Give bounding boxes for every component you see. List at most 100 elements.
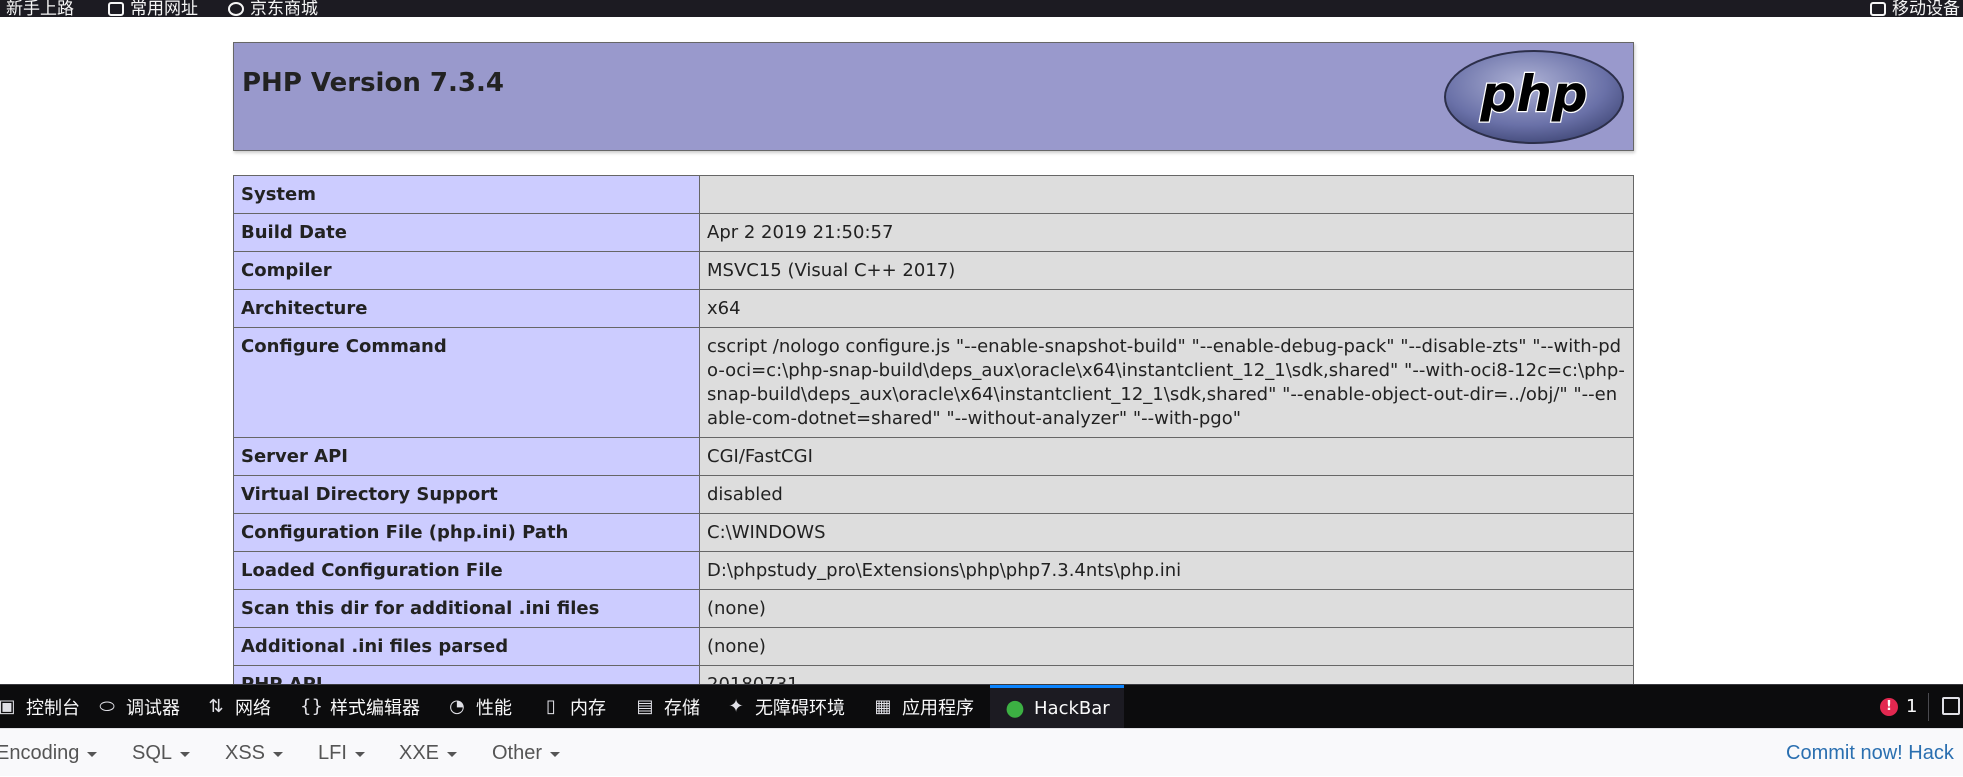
memory-icon: ▯ (546, 696, 556, 717)
toolbar-divider (1928, 693, 1929, 721)
row-value: cscript /nologo configure.js "--enable-s… (699, 327, 1634, 438)
console-icon: ▣ (0, 696, 16, 717)
bookmark-item[interactable]: 新手上路 (0, 0, 74, 17)
row-key: PHP API (233, 665, 700, 684)
devtools-tab-label: 无障碍环境 (755, 697, 845, 719)
row-key: Loaded Configuration File (233, 551, 700, 590)
application-icon: ▦ (874, 696, 892, 717)
php-logo: php (1444, 50, 1624, 144)
hackbar-menu[interactable]: SQL (132, 729, 191, 777)
hackbar-menu[interactable]: XSS (225, 729, 284, 777)
hackbar-menu-label: XXE (399, 741, 440, 764)
devtools-tab[interactable]: ⬭ 调试器 (96, 685, 180, 728)
page-title: PHP Version 7.3.4 (242, 68, 504, 98)
table-row: Additional .ini files parsed (none) (233, 627, 1634, 666)
hackbar-icon: ● (1005, 695, 1025, 721)
commit-now-link[interactable]: Commit now! Hack (1786, 729, 1954, 777)
bookmark-folder[interactable]: 常用网址 (108, 0, 198, 17)
row-key: Build Date (233, 213, 700, 252)
hackbar-menu-label: Encoding (0, 741, 80, 764)
row-value: MSVC15 (Visual C++ 2017) (699, 251, 1634, 290)
hackbar-menu[interactable]: LFI (318, 729, 365, 777)
dock-side-icon[interactable] (1942, 697, 1960, 715)
bookmarks-toolbar: 新手上路 常用网址 京东商城 移动设备 (0, 0, 1963, 17)
table-row: Server API CGI/FastCGI (233, 437, 1634, 476)
row-key: Additional .ini files parsed (233, 627, 700, 666)
caret-down-icon (550, 752, 561, 757)
devtools-tab[interactable]: ▯ 内存 (540, 685, 606, 728)
devtools-tab[interactable]: ✦ 无障碍环境 (725, 685, 845, 728)
caret-down-icon (273, 752, 284, 757)
row-key: Virtual Directory Support (233, 475, 700, 514)
hackbar-menu-label: XSS (225, 741, 266, 764)
devtools-tab[interactable]: ◔ 性能 (446, 685, 512, 728)
devtools-toolbar: ▣ 控制台 ⬭ 调试器 ⇅ 网络 {} 样式编辑器 ◔ 性能 ▯ 内存 ▤ 存储 ✦ 无障碍环境 ▦ 应用程序 ● H… (0, 684, 1963, 728)
devtools-tab[interactable]: {} 样式编辑器 (300, 685, 420, 728)
table-row: Build Date Apr 2 2019 21:50:57 (233, 213, 1634, 252)
performance-icon: ◔ (449, 696, 465, 717)
error-count-badge[interactable]: ! 1 (1880, 685, 1917, 728)
row-key: Server API (233, 437, 700, 476)
globe-icon (228, 2, 244, 16)
caret-down-icon (354, 752, 365, 757)
row-value: (none) (699, 589, 1634, 628)
devtools-tab-label: 应用程序 (902, 697, 974, 719)
row-value: CGI/FastCGI (699, 437, 1634, 476)
hackbar-menu[interactable]: Encoding (0, 729, 98, 777)
hackbar-menu[interactable]: XXE (399, 729, 458, 777)
row-key: Architecture (233, 289, 700, 328)
mobile-bookmarks[interactable]: 移动设备 (1870, 0, 1960, 17)
devtools-tab-label: HackBar (1034, 697, 1110, 719)
devtools-tab-label: 样式编辑器 (330, 697, 420, 719)
caret-down-icon (180, 752, 191, 757)
row-key: Configure Command (233, 327, 700, 438)
row-value: Apr 2 2019 21:50:57 (699, 213, 1634, 252)
devtools-tab[interactable]: ▦ 应用程序 (872, 685, 974, 728)
table-row: Scan this dir for additional .ini files(… (233, 589, 1634, 628)
hackbar-menu-label: SQL (132, 741, 173, 764)
error-icon: ! (1880, 697, 1898, 716)
row-value: (none) (699, 627, 1634, 666)
hackbar-menu-label: LFI (318, 741, 347, 764)
row-key: Scan this dir for additional .ini files (233, 589, 700, 628)
table-row: PHP API20180731 (233, 665, 1634, 684)
devtools-tab[interactable]: ⇅ 网络 (205, 685, 271, 728)
row-value: 20180731 (699, 665, 1634, 684)
page-viewport: PHP Version 7.3.4 php System Build Date Ap… (0, 17, 1963, 684)
table-row: Architecture x64 (233, 289, 1634, 328)
row-value: C:\WINDOWS (699, 513, 1634, 552)
hackbar-menu[interactable]: Other (492, 729, 561, 777)
caret-down-icon (87, 752, 98, 757)
devtools-tab-label: 存储 (664, 697, 700, 719)
bookmark-item[interactable]: 京东商城 (228, 0, 318, 17)
devtools-tab[interactable]: ▤ 存储 (634, 685, 700, 728)
table-row: Configure Command cscript /nologo configu… (233, 327, 1634, 438)
storage-icon: ▤ (636, 696, 654, 717)
table-row: Virtual Directory Support disabled (233, 475, 1634, 514)
devtools-tab-label: 控制台 (26, 697, 80, 719)
caret-down-icon (447, 752, 458, 757)
row-value (699, 175, 1634, 214)
table-row: Configuration File (php.ini) Path C:\WIND… (233, 513, 1634, 552)
devtools-tab[interactable]: ▣ 控制台 (0, 685, 80, 728)
phpinfo-table: System Build Date Apr 2 2019 21:50:57 Compi… (233, 175, 1634, 684)
devtools-tab-label: 调试器 (126, 697, 180, 719)
php-version-header: PHP Version 7.3.4 php (233, 42, 1634, 151)
row-value: x64 (699, 289, 1634, 328)
devtools-tab-label: 性能 (476, 697, 512, 719)
devtools-tab-label: 内存 (570, 697, 606, 719)
svg-text:php: php (1479, 65, 1587, 123)
row-key: Compiler (233, 251, 700, 290)
mobile-bookmarks-icon (1870, 2, 1886, 16)
devtools-tab[interactable]: ● HackBar (990, 685, 1124, 728)
hackbar-menu-label: Other (492, 741, 543, 764)
row-key: System (233, 175, 700, 214)
folder-icon (108, 2, 124, 16)
hackbar-toolbar: Encoding SQL XSS LFI XXE Other Commit now! Ha… (0, 728, 1963, 776)
row-key: Configuration File (php.ini) Path (233, 513, 700, 552)
style-editor-icon: {} (300, 696, 323, 717)
table-row: Compiler MSVC15 (Visual C++ 2017) (233, 251, 1634, 290)
accessibility-icon: ✦ (728, 696, 744, 717)
table-row: Loaded Configuration File D:\phpstudy_pro… (233, 551, 1634, 590)
network-icon: ⇅ (208, 696, 224, 717)
